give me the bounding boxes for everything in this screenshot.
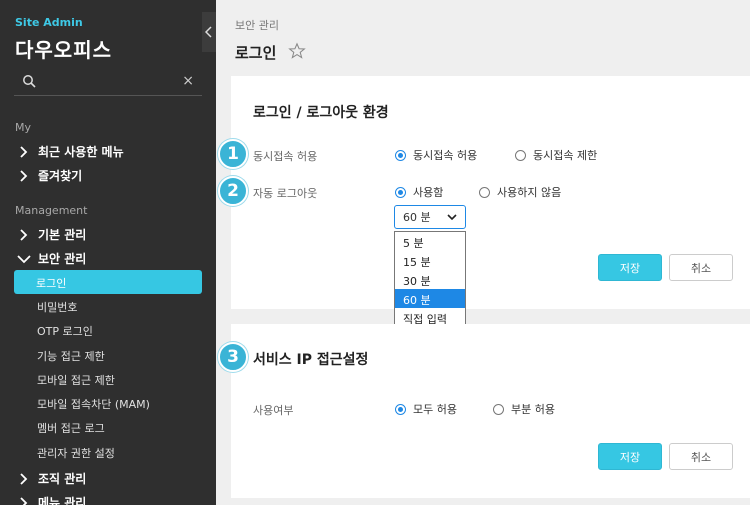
sidebar-item-menu[interactable]: 메뉴 관리	[16, 494, 86, 505]
sidebar: Site Admin 다우오피스 × My 최근 사용한 메뉴 즐겨찾기 Man…	[0, 0, 216, 505]
clear-icon[interactable]: ×	[182, 72, 194, 90]
radio-concurrent-restrict[interactable]: 동시접속 제한	[515, 147, 597, 163]
sidebar-subitem-mobile-access[interactable]: 모바일 접근 제한	[37, 372, 115, 388]
sidebar-item-basic[interactable]: 기본 관리	[16, 226, 86, 243]
card-title-login: 로그인 / 로그아웃 환경	[253, 105, 389, 121]
sidebar-search[interactable]: ×	[14, 68, 202, 96]
radio-dot	[515, 149, 526, 161]
usage-label: 사용여부	[253, 404, 294, 417]
radio-dot	[395, 149, 406, 161]
search-icon	[23, 75, 36, 88]
chevron-right-icon	[20, 472, 28, 485]
chevron-right-icon	[20, 228, 28, 241]
sidebar-item-security[interactable]: 보안 관리	[16, 250, 86, 267]
cancel-button[interactable]: 취소	[669, 254, 733, 281]
radio-allow-partial[interactable]: 부분 허용	[493, 401, 555, 417]
card-title-service-ip: 서비스 IP 접근설정	[253, 352, 369, 368]
radio-label: 부분 허용	[511, 403, 555, 416]
sidebar-subitem-label: 로그인	[36, 277, 67, 290]
page-title: 로그인	[235, 44, 277, 62]
chevron-down-icon	[17, 254, 31, 263]
sidebar-subitem-mam[interactable]: 모바일 접속차단 (MAM)	[37, 396, 150, 412]
radio-label: 동시접속 허용	[413, 149, 478, 162]
sidebar-item-org[interactable]: 조직 관리	[16, 470, 86, 487]
radio-auto-logout-on[interactable]: 사용함	[395, 184, 443, 200]
sidebar-subitem-member-log[interactable]: 멤버 접근 로그	[37, 420, 105, 436]
dropdown-option[interactable]: 15 분	[395, 251, 465, 270]
sidebar-item-label: 보안 관리	[38, 252, 87, 266]
logout-time-select[interactable]: 60 분	[394, 205, 466, 229]
dropdown-option[interactable]: 30 분	[395, 270, 465, 289]
chevron-down-icon	[447, 214, 457, 221]
chevron-left-icon	[205, 26, 212, 38]
star-icon[interactable]	[288, 42, 306, 60]
auto-logout-label: 자동 로그아웃	[253, 187, 318, 200]
radio-auto-logout-off[interactable]: 사용하지 않음	[479, 184, 561, 200]
section-label-my: My	[15, 121, 32, 134]
site-admin-label: Site Admin	[15, 16, 83, 29]
radio-allow-all[interactable]: 모두 허용	[395, 401, 457, 417]
cancel-button[interactable]: 취소	[669, 443, 733, 470]
sidebar-item-label: 최근 사용한 메뉴	[38, 145, 124, 159]
sidebar-item-label: 조직 관리	[38, 472, 87, 486]
radio-dot	[479, 186, 490, 198]
section-label-management: Management	[15, 204, 88, 217]
save-button[interactable]: 저장	[598, 254, 662, 281]
radio-label: 사용하지 않음	[497, 186, 562, 199]
chevron-right-icon	[20, 145, 28, 158]
sidebar-item-label: 즐겨찾기	[38, 169, 83, 183]
sidebar-collapse-button[interactable]	[202, 12, 216, 52]
logout-time-dropdown: 5 분 15 분 30 분 60 분 직접 입력	[394, 231, 466, 327]
chevron-right-icon	[20, 169, 28, 182]
sidebar-subitem-login[interactable]: 로그인	[14, 270, 202, 294]
dropdown-option[interactable]: 5 분	[395, 232, 465, 251]
chevron-right-icon	[20, 496, 28, 505]
breadcrumb: 보안 관리	[235, 19, 279, 32]
sidebar-subitem-feature-access[interactable]: 기능 접근 제한	[37, 348, 105, 364]
dropdown-option-selected[interactable]: 60 분	[395, 289, 465, 308]
sidebar-subitem-password[interactable]: 비밀번호	[37, 299, 77, 315]
save-button[interactable]: 저장	[598, 443, 662, 470]
radio-label: 사용함	[413, 186, 444, 199]
radio-dot	[395, 403, 406, 415]
sidebar-item-recent[interactable]: 최근 사용한 메뉴	[16, 143, 124, 160]
sidebar-subitem-admin-rights[interactable]: 관리자 권한 설정	[37, 445, 115, 461]
step-badge-3: 3	[218, 342, 248, 372]
sidebar-item-label: 기본 관리	[38, 228, 87, 242]
radio-concurrent-allow[interactable]: 동시접속 허용	[395, 147, 477, 163]
select-value: 60 분	[403, 211, 431, 224]
step-badge-1: 1	[218, 139, 248, 169]
radio-label: 동시접속 제한	[533, 149, 598, 162]
concurrent-login-label: 동시접속 허용	[253, 150, 318, 163]
radio-dot	[395, 186, 406, 198]
radio-label: 모두 허용	[413, 403, 457, 416]
step-badge-2: 2	[218, 176, 248, 206]
radio-dot	[493, 403, 504, 415]
brand-title: 다우오피스	[15, 38, 112, 62]
sidebar-subitem-otp[interactable]: OTP 로그인	[37, 323, 93, 339]
sidebar-item-favorites[interactable]: 즐겨찾기	[16, 167, 82, 184]
sidebar-item-label: 메뉴 관리	[38, 496, 87, 505]
